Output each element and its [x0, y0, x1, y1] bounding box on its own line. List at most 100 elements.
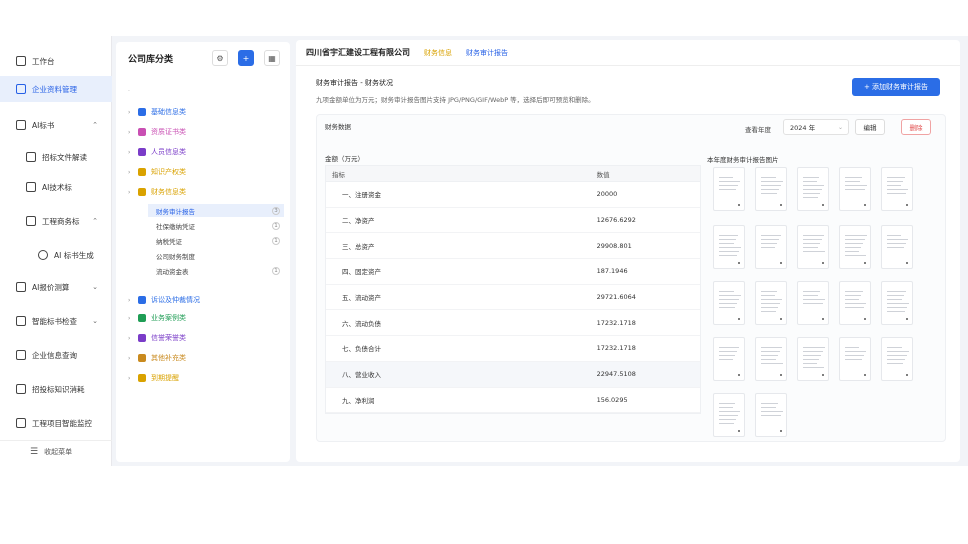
main-panel: 四川省宇汇建设工程有限公司 财务信息 财务审计报告 财务审计报告 - 财务状况 …	[296, 40, 960, 462]
report-image-thumbnail[interactable]	[797, 167, 829, 211]
report-image-thumbnail[interactable]	[797, 337, 829, 381]
indicator-cell: 四、固定资产	[342, 268, 381, 277]
tree-leaf[interactable]: 社保缴纳凭证 1	[156, 219, 284, 232]
tree-node[interactable]: › 资质证书类	[128, 124, 186, 140]
chevron-icon[interactable]: ⌄	[92, 283, 98, 291]
tree-node[interactable]: › 基础信息类	[128, 104, 186, 120]
chevron-icon[interactable]: ⌄	[92, 317, 98, 325]
nav-item-6[interactable]: AI 标书生成	[0, 242, 112, 268]
tree-leaf[interactable]: 财务审计报告 3	[148, 204, 284, 217]
value-cell: 22947.5108	[596, 370, 636, 379]
tree-node-label: 业务案例类	[151, 314, 186, 322]
nav-item-3[interactable]: 招标文件解读	[0, 144, 112, 170]
settings-icon[interactable]: ⚙	[212, 50, 228, 66]
expand-icon[interactable]: ›	[128, 355, 138, 362]
report-image-thumbnail[interactable]	[713, 167, 745, 211]
expand-icon[interactable]: ›	[128, 315, 138, 322]
finance-data-card: 财务数据 查看年度 2024 年 ⌄ 编辑 删除 金额（万元） 指标 数值 一、…	[316, 114, 946, 442]
indicator-cell: 七、负债合计	[342, 345, 381, 354]
report-image-thumbnail[interactable]	[881, 167, 913, 211]
tree-leaf[interactable]: 流动资金表 1	[156, 264, 284, 277]
nav-item-10[interactable]: 招投标知识消耗	[0, 376, 112, 402]
category-tree-panel: 公司库分类 ⚙ + ▦ · › 基础信息类 › 资质证书类 › 人员信息类 › 知识产权类 › 财…	[116, 42, 290, 462]
report-image-thumbnail[interactable]	[713, 337, 745, 381]
report-image-thumbnail[interactable]	[755, 337, 787, 381]
tree-node[interactable]: › 诉讼及仲裁情况	[128, 292, 200, 308]
nav-item-9[interactable]: 企业信息查询	[0, 342, 112, 368]
table-row: 二、净资产 12676.6292	[326, 208, 700, 234]
chevron-icon[interactable]: ⌃	[92, 217, 98, 225]
nav-item-7[interactable]: AI报价测算 ⌄	[0, 274, 112, 300]
nav-item-2[interactable]: AI标书 ⌃	[0, 112, 112, 138]
category-icon	[138, 374, 146, 382]
tree-node[interactable]: › 其他补充类	[128, 350, 186, 366]
tree-node-label: 到期提醒	[151, 374, 179, 382]
column-header-indicator: 指标	[332, 170, 345, 179]
report-image-thumbnail[interactable]	[755, 393, 787, 437]
report-image-thumbnail[interactable]	[881, 337, 913, 381]
value-cell: 29721.6064	[596, 293, 636, 302]
expand-icon[interactable]: ›	[128, 129, 138, 136]
tab-finance-info[interactable]: 财务信息	[424, 48, 452, 58]
nav-item-label: AI报价测算	[32, 282, 70, 292]
add-category-button[interactable]: +	[238, 50, 254, 66]
nav-item-0[interactable]: 工作台	[0, 48, 112, 74]
count-badge: 1	[272, 266, 280, 275]
edit-button[interactable]: 编辑	[855, 119, 885, 135]
tab-audit-report[interactable]: 财务审计报告	[466, 48, 508, 58]
search-icon	[16, 350, 26, 360]
tree-node[interactable]: › 人员信息类	[128, 144, 186, 160]
nav-item-5[interactable]: 工程商务标 ⌃	[0, 208, 112, 234]
report-image-thumbnail[interactable]	[881, 225, 913, 269]
nav-item-4[interactable]: AI技术标	[0, 174, 112, 200]
report-image-thumbnail[interactable]	[755, 281, 787, 325]
expand-icon[interactable]: ›	[128, 375, 138, 382]
category-icon	[138, 168, 146, 176]
company-name: 四川省宇汇建设工程有限公司	[306, 48, 410, 57]
chevron-icon[interactable]: ⌃	[92, 121, 98, 129]
report-image-thumbnail[interactable]	[713, 281, 745, 325]
nav-item-label: 工程项目智能监控	[32, 418, 92, 428]
value-cell: 29908.801	[596, 241, 632, 250]
report-image-thumbnail[interactable]	[839, 281, 871, 325]
nav-item-1[interactable]: 企业资料管理	[0, 76, 112, 102]
year-value: 2024 年	[790, 124, 816, 132]
nav-item-11[interactable]: 工程项目智能监控	[0, 410, 112, 436]
tree-leaf-label: 公司财务制度	[156, 252, 195, 261]
building-icon	[16, 84, 26, 94]
report-image-thumbnail[interactable]	[839, 225, 871, 269]
expand-icon[interactable]: ›	[128, 189, 138, 196]
file-icon	[26, 152, 36, 162]
report-image-thumbnail[interactable]	[839, 167, 871, 211]
expand-icon[interactable]: ›	[128, 335, 138, 342]
report-image-thumbnail[interactable]	[713, 393, 745, 437]
report-image-thumbnail[interactable]	[797, 281, 829, 325]
tree-node[interactable]: › 业务案例类	[128, 310, 186, 326]
tree-node[interactable]: › 到期提醒	[128, 370, 179, 386]
tree-node[interactable]: › 信誉荣誉类	[128, 330, 186, 346]
collapse-menu-button[interactable]: ☰ 收起菜单	[0, 440, 112, 462]
year-select[interactable]: 2024 年 ⌄	[783, 119, 849, 135]
expand-icon[interactable]: ›	[128, 109, 138, 116]
expand-icon[interactable]: ›	[128, 169, 138, 176]
add-audit-report-button[interactable]: + 添加财务审计报告	[852, 78, 940, 96]
tree-node[interactable]: › 财务信息类	[128, 184, 186, 200]
delete-button[interactable]: 删除	[901, 119, 931, 135]
report-image-thumbnail[interactable]	[881, 281, 913, 325]
tree-search-input[interactable]: ·	[128, 88, 280, 100]
tree-leaf[interactable]: 公司财务制度	[156, 249, 284, 262]
tree-leaf[interactable]: 纳税凭证 1	[156, 234, 284, 247]
nav-item-label: 工作台	[32, 56, 55, 66]
report-image-thumbnail[interactable]	[755, 225, 787, 269]
report-image-thumbnail[interactable]	[839, 337, 871, 381]
report-image-thumbnail[interactable]	[755, 167, 787, 211]
expand-icon[interactable]: ›	[128, 149, 138, 156]
expand-icon[interactable]: ›	[128, 297, 138, 304]
report-image-thumbnail[interactable]	[713, 225, 745, 269]
tree-node[interactable]: › 知识产权类	[128, 164, 186, 180]
indicator-cell: 一、注册资金	[342, 191, 381, 200]
group-icon[interactable]: ▦	[264, 50, 280, 66]
nav-item-8[interactable]: 智能标书检查 ⌄	[0, 308, 112, 334]
report-image-thumbnail[interactable]	[797, 225, 829, 269]
indicator-cell: 八、营业收入	[342, 371, 381, 380]
